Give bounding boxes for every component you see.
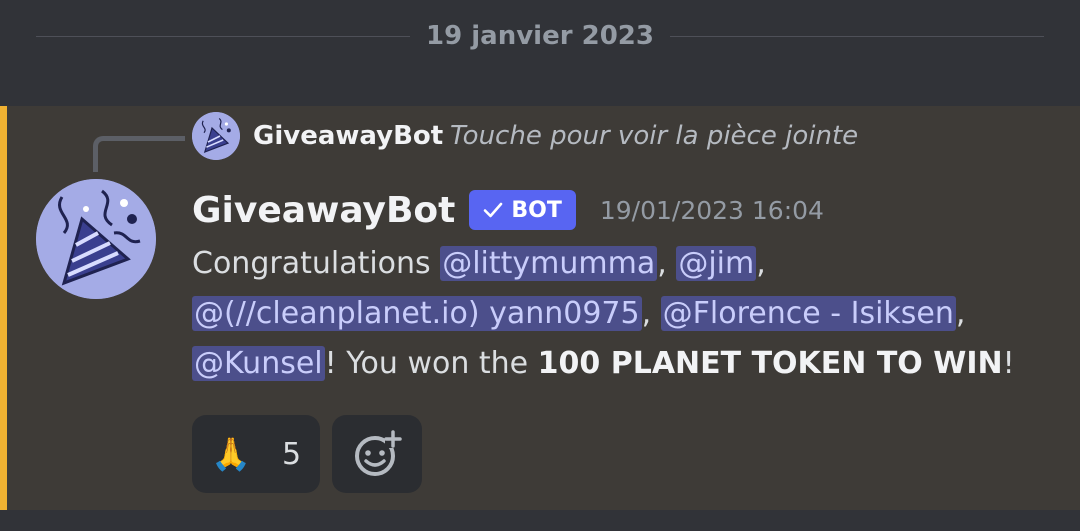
mention-florence-isiksen[interactable]: @Florence - Isiksen [660, 296, 956, 331]
date-divider: 19 janvier 2023 [0, 0, 1080, 74]
reply-avatar[interactable] [192, 112, 240, 160]
content-separator: , [657, 246, 677, 281]
highlight-accent-bar [0, 106, 7, 510]
party-popper-icon [36, 179, 156, 299]
party-popper-icon [192, 112, 240, 160]
content-separator: , [641, 296, 661, 331]
checkmark-icon [481, 198, 505, 222]
add-reaction-icon [355, 430, 402, 476]
add-reaction-button[interactable] [332, 415, 422, 493]
reaction-count: 5 [282, 436, 302, 472]
message-content: Congratulations @littymumma, @jim, @(//c… [192, 239, 1052, 389]
message-list-bottom [0, 510, 1080, 531]
reply-content-preview[interactable]: Touche pour voir la pièce jointe [450, 120, 858, 152]
message-timestamp[interactable]: 19/01/2023 16:04 [600, 196, 824, 225]
folded-hands-icon: 🙏 [211, 435, 251, 473]
reply-connector-line [93, 136, 185, 172]
message[interactable]: GiveawayBot Touche pour voir la pièce jo… [0, 106, 1080, 510]
bot-badge: BOT [469, 190, 576, 230]
content-intro: Congratulations [192, 246, 441, 281]
reaction-pray[interactable]: 🙏 5 [192, 415, 320, 493]
content-separator: , [955, 296, 966, 331]
message-header: GiveawayBot BOT 19/01/2023 16:04 [192, 186, 824, 234]
reactions-bar: 🙏 5 [192, 415, 422, 493]
content-separator: , [756, 246, 766, 281]
divider-line-left [36, 36, 410, 37]
content-end: ! [1002, 346, 1015, 381]
prize-name: 100 PLANET TOKEN TO WIN [537, 346, 1003, 381]
content-won-text: ! You won the [324, 346, 538, 381]
date-divider-label: 19 janvier 2023 [426, 21, 654, 51]
bot-badge-label: BOT [511, 197, 562, 223]
divider-line-right [670, 36, 1044, 37]
mention-yann0975[interactable]: @(//cleanplanet.io) yann0975 [192, 296, 642, 331]
reply-author-name[interactable]: GiveawayBot [253, 120, 443, 152]
mention-jim[interactable]: @jim [676, 246, 757, 281]
author-avatar[interactable] [36, 179, 156, 299]
mention-littymumma[interactable]: @littymumma [440, 246, 658, 281]
mention-kunsel[interactable]: @Kunsel [192, 346, 325, 381]
author-name[interactable]: GiveawayBot [192, 190, 455, 231]
